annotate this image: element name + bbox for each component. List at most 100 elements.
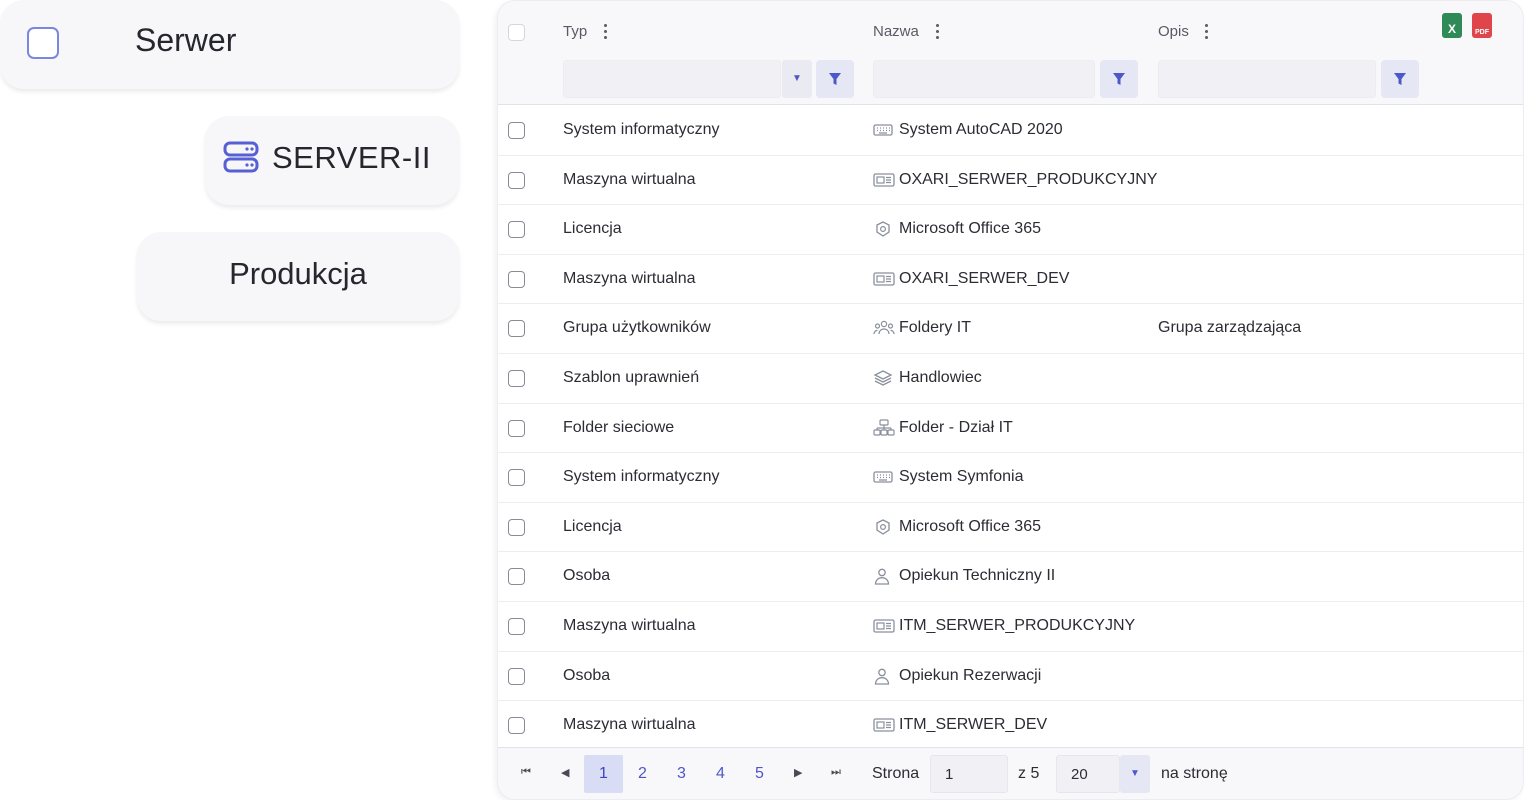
column-header-opis[interactable]: Opis: [1158, 23, 1189, 40]
row-checkbox[interactable]: [508, 518, 525, 536]
row-checkbox[interactable]: [508, 171, 525, 189]
opis-filter-button[interactable]: [1381, 60, 1419, 98]
typ-dropdown-arrow-icon[interactable]: ▼: [782, 60, 812, 98]
keyboard-icon: [873, 468, 893, 486]
column-menu-opis-icon[interactable]: [1205, 24, 1209, 40]
table-row[interactable]: Maszyna wirtualna OXARI_SERWER_PRODUKCYJN…: [498, 155, 1523, 206]
cell-opis: Grupa zarządzająca: [1158, 319, 1302, 337]
nazwa-filter-input[interactable]: [873, 60, 1095, 98]
cell-nazwa[interactable]: Opiekun Rezerwacji: [899, 667, 1041, 685]
cell-nazwa[interactable]: Microsoft Office 365: [899, 220, 1041, 238]
cell-nazwa[interactable]: ITM_SERWER_PRODUKCYJNY: [899, 617, 1135, 635]
data-grid: Typ ▼ Nazwa Opis X PDF System informatyc…: [497, 0, 1524, 800]
table-row[interactable]: Licencja Microsoft Office 365: [498, 205, 1523, 255]
table-row[interactable]: Grupa użytkowników Foldery IT Grupa zarząd…: [498, 304, 1523, 354]
person-icon: [873, 667, 893, 685]
table-row[interactable]: Szablon uprawnień Handlowiec: [498, 353, 1523, 404]
virtual-machine-icon: [873, 171, 895, 189]
virtual-machine-icon: [873, 617, 895, 635]
table-row[interactable]: Maszyna wirtualna ITM_SERWER_PRODUKCYJNY: [498, 601, 1523, 652]
table-row[interactable]: Folder sieciowe Folder - Dział IT: [498, 403, 1523, 454]
user-group-icon: [873, 319, 895, 337]
typ-filter-button[interactable]: [816, 60, 854, 98]
cell-nazwa[interactable]: System AutoCAD 2020: [899, 121, 1063, 139]
page-number-input[interactable]: 1: [930, 755, 1008, 793]
export-excel-icon[interactable]: X: [1442, 13, 1462, 38]
table-row[interactable]: Osoba Opiekun Techniczny II: [498, 552, 1523, 602]
column-header-nazwa[interactable]: Nazwa: [873, 23, 919, 40]
row-checkbox[interactable]: [508, 617, 525, 635]
column-menu-typ-icon[interactable]: [604, 24, 608, 40]
cell-nazwa[interactable]: Handlowiec: [899, 369, 982, 387]
table-row[interactable]: System informatyczny System AutoCAD 2020: [498, 106, 1523, 156]
table-row[interactable]: Maszyna wirtualna ITM_SERWER_DEV: [498, 701, 1523, 751]
cell-nazwa[interactable]: OXARI_SERWER_PRODUKCYJNY: [899, 171, 1157, 189]
column-menu-nazwa-icon[interactable]: [936, 24, 940, 40]
cell-typ: Folder sieciowe: [563, 418, 675, 436]
cell-typ: Grupa użytkowników: [563, 319, 711, 337]
nazwa-filter-button[interactable]: [1100, 60, 1138, 98]
page-count-label: z 5: [1018, 765, 1040, 782]
serwer-label: Serwer: [135, 22, 237, 58]
export-pdf-icon[interactable]: PDF: [1472, 13, 1492, 38]
cell-nazwa[interactable]: Foldery IT: [899, 319, 971, 337]
row-checkbox[interactable]: [508, 568, 525, 586]
page-button-2[interactable]: 2: [623, 755, 662, 793]
row-checkbox[interactable]: [508, 469, 525, 487]
row-checkbox[interactable]: [508, 369, 525, 387]
page-button-1[interactable]: 1: [584, 755, 623, 793]
column-header-typ[interactable]: Typ: [563, 23, 587, 40]
network-folder-icon: [873, 418, 895, 437]
cell-nazwa[interactable]: ITM_SERWER_DEV: [899, 716, 1047, 734]
server-name-label: SERVER-II: [272, 140, 431, 175]
row-checkbox[interactable]: [508, 270, 525, 288]
page-button-3[interactable]: 3: [662, 755, 701, 793]
row-checkbox[interactable]: [508, 221, 525, 239]
cell-nazwa[interactable]: Microsoft Office 365: [899, 518, 1041, 536]
layers-icon: [873, 369, 893, 387]
typ-filter-select[interactable]: [563, 60, 781, 98]
produkcja-label: Produkcja: [229, 256, 367, 291]
server-icon: [223, 141, 259, 178]
prev-page-icon[interactable]: ◀: [561, 766, 569, 779]
cell-typ: System informatyczny: [563, 468, 720, 486]
page-button-4[interactable]: 4: [701, 755, 740, 793]
cell-typ: Osoba: [563, 567, 611, 585]
cell-typ: Licencja: [563, 220, 622, 238]
first-page-icon[interactable]: ⏮: [521, 766, 531, 779]
table-row[interactable]: System informatyczny System Symfonia: [498, 453, 1523, 503]
table-row[interactable]: Maszyna wirtualna OXARI_SERWER_DEV: [498, 254, 1523, 305]
table-row[interactable]: Osoba Opiekun Rezerwacji: [498, 651, 1523, 702]
cell-typ: Maszyna wirtualna: [563, 616, 696, 634]
pagination-bar: ⏮ ◀ 12345 ▶ ⏭ Strona 1 z 5 20 ▼ na stron…: [498, 747, 1523, 799]
page-size-dropdown-icon[interactable]: ▼: [1120, 755, 1150, 793]
row-checkbox[interactable]: [508, 122, 525, 139]
row-checkbox[interactable]: [508, 717, 525, 735]
cell-nazwa[interactable]: OXARI_SERWER_DEV: [899, 270, 1069, 288]
serwer-checkbox[interactable]: [27, 27, 59, 59]
row-checkbox[interactable]: [508, 419, 525, 437]
license-icon: [873, 220, 893, 238]
page-size-select[interactable]: 20: [1056, 755, 1120, 793]
per-page-label: na stronę: [1161, 765, 1228, 782]
cell-nazwa[interactable]: System Symfonia: [899, 468, 1023, 486]
person-icon: [873, 567, 893, 585]
cell-typ: System informatyczny: [563, 121, 720, 138]
last-page-icon[interactable]: ⏭: [831, 766, 841, 779]
cell-typ: Licencja: [563, 517, 622, 535]
server-card[interactable]: SERVER-II: [205, 116, 459, 205]
next-page-icon[interactable]: ▶: [794, 766, 802, 779]
cell-typ: Maszyna wirtualna: [563, 170, 696, 188]
produkcja-card[interactable]: Produkcja: [137, 232, 459, 321]
cell-nazwa[interactable]: Opiekun Techniczny II: [899, 567, 1055, 585]
opis-filter-input[interactable]: [1158, 60, 1376, 98]
select-all-checkbox[interactable]: [508, 24, 525, 41]
filter-icon: [829, 73, 841, 85]
serwer-card[interactable]: Serwer: [0, 0, 459, 89]
filter-icon: [1113, 73, 1125, 85]
cell-nazwa[interactable]: Folder - Dział IT: [899, 419, 1013, 437]
page-button-5[interactable]: 5: [740, 755, 779, 793]
table-row[interactable]: Licencja Microsoft Office 365: [498, 502, 1523, 553]
row-checkbox[interactable]: [508, 320, 525, 338]
row-checkbox[interactable]: [508, 667, 525, 685]
